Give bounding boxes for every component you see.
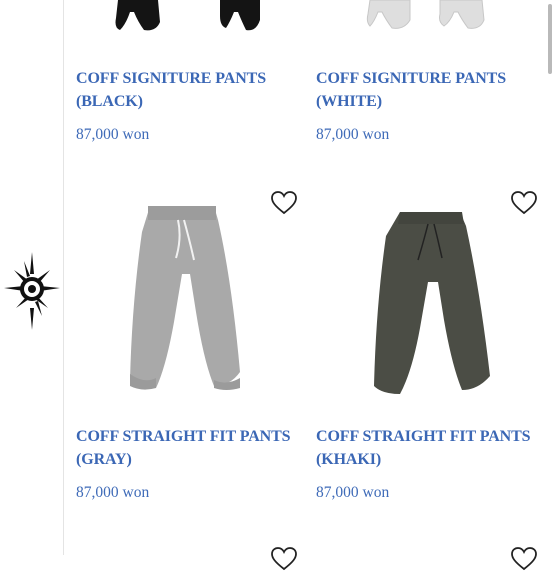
product-name[interactable]: COFF STRAIGHT FIT PANTS (KHAKI) <box>316 426 541 471</box>
product-card[interactable]: COFF STRAIGHT FIT PANTS (GRAY) 87,000 wo… <box>64 180 297 510</box>
product-card[interactable]: COFF STRAIGHT FIT PANTS (KHAKI) 87,000 w… <box>304 180 537 510</box>
product-image[interactable] <box>304 210 534 400</box>
product-name[interactable]: COFF SIGNITURE PANTS (WHITE) <box>316 68 541 113</box>
product-price: 87,000 won <box>316 126 390 143</box>
product-price: 87,000 won <box>76 484 150 501</box>
product-image[interactable] <box>64 0 294 40</box>
product-name[interactable]: COFF STRAIGHT FIT PANTS (GRAY) <box>76 426 301 471</box>
product-image[interactable] <box>304 0 534 40</box>
left-rail <box>0 0 63 555</box>
brand-logo-icon[interactable] <box>4 252 60 330</box>
heart-outline-icon[interactable] <box>270 546 298 572</box>
product-name[interactable]: COFF SIGNITURE PANTS (BLACK) <box>76 68 301 113</box>
scrollbar[interactable] <box>548 4 552 74</box>
product-card[interactable]: COFF SIGNITURE PANTS (BLACK) 87,000 won <box>64 0 294 160</box>
heart-outline-icon[interactable] <box>510 546 538 572</box>
product-grid: COFF SIGNITURE PANTS (BLACK) 87,000 won … <box>64 0 544 571</box>
product-image[interactable] <box>64 202 294 397</box>
product-price: 87,000 won <box>76 126 150 143</box>
product-price: 87,000 won <box>316 484 390 501</box>
product-card[interactable]: COFF SIGNITURE PANTS (WHITE) 87,000 won <box>304 0 534 160</box>
